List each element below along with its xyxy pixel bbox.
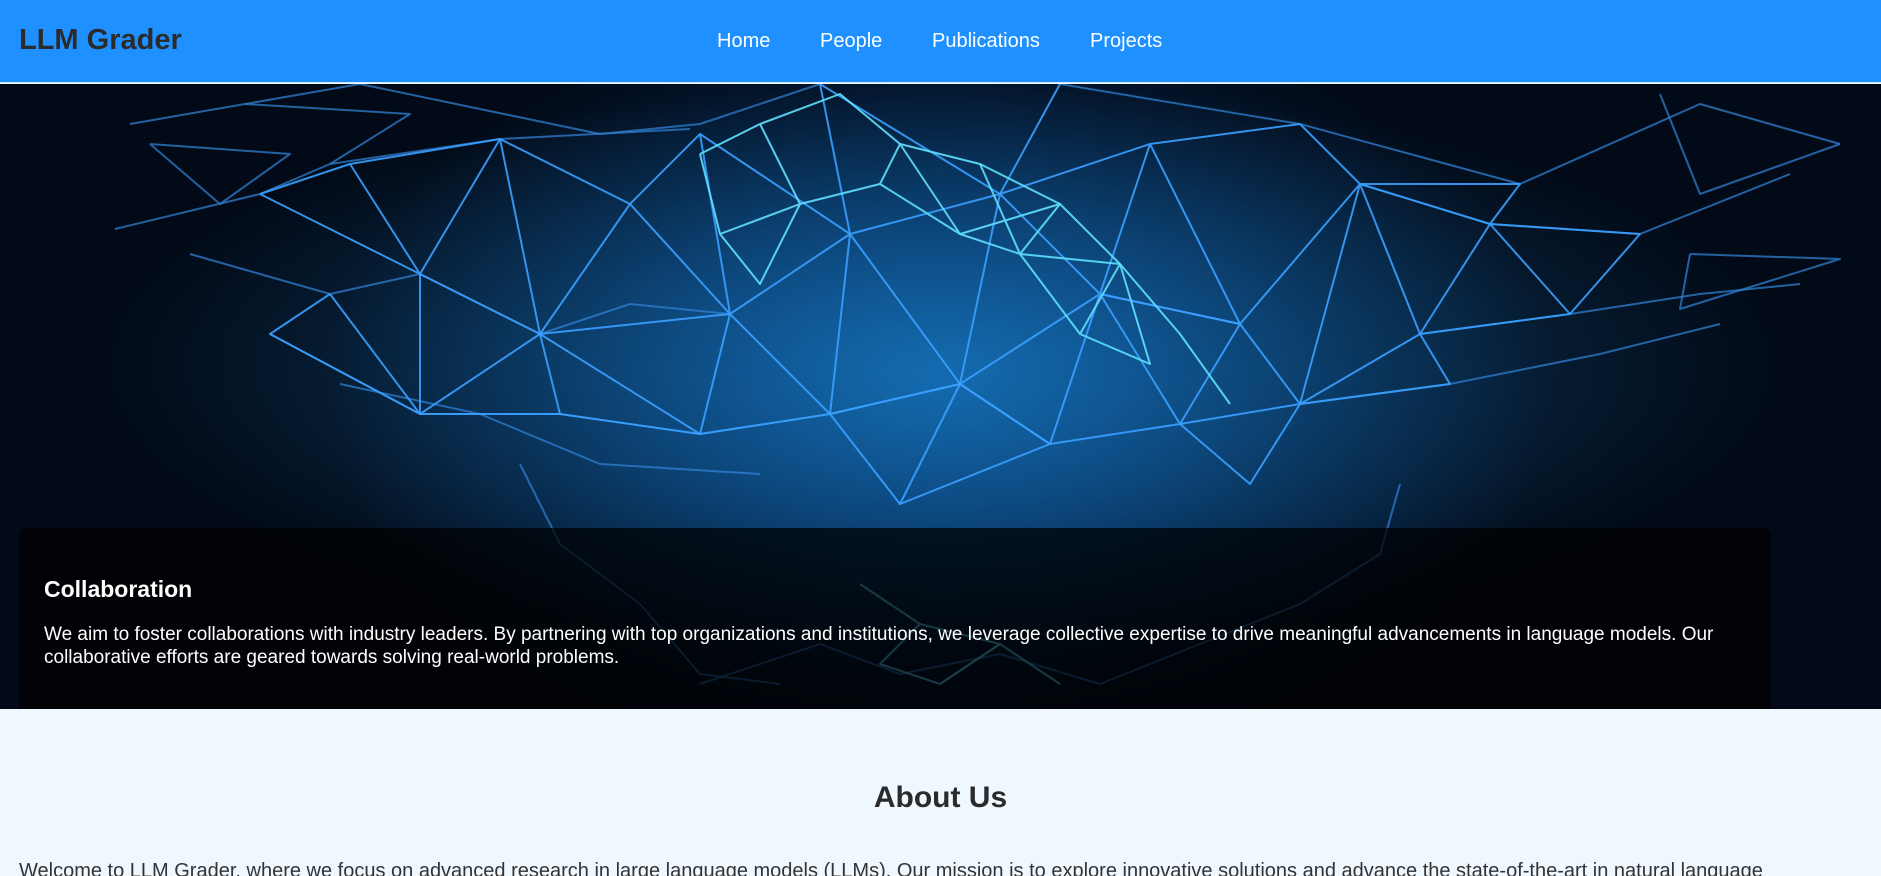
site-logo-text[interactable]: LLM Grader — [19, 24, 182, 57]
about-title: About Us — [873, 781, 1008, 814]
hero-carousel-slide: Collaboration We aim to foster collabora… — [0, 84, 1881, 709]
caption-text: We aim to foster collaborations with ind… — [44, 624, 1714, 668]
nav-link-people[interactable]: People — [820, 30, 882, 53]
main-nav: Home People Publications Projects — [0, 0, 1881, 83]
top-navbar: LLM Grader Home People Publications Proj… — [0, 0, 1881, 83]
nav-link-publications[interactable]: Publications — [932, 30, 1040, 53]
carousel-caption: Collaboration We aim to foster collabora… — [19, 528, 1771, 709]
about-text: Welcome to LLM Grader, where we focus on… — [19, 860, 1763, 876]
nav-link-home[interactable]: Home — [717, 30, 770, 53]
nav-link-projects[interactable]: Projects — [1090, 30, 1162, 53]
about-section: About Us Welcome to LLM Grader, where we… — [0, 709, 1881, 876]
caption-title: Collaboration — [44, 576, 193, 602]
